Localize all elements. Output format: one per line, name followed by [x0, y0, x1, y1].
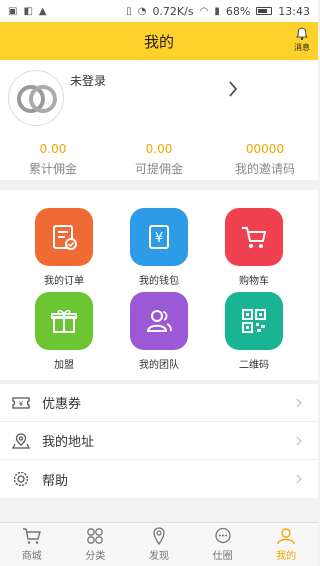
discover-icon: [153, 527, 165, 545]
profile-icon: [277, 528, 295, 545]
chevron-right-icon: [296, 398, 302, 408]
tab-discover[interactable]: 发现: [127, 523, 191, 566]
stat-label: 累计佣金: [28, 162, 77, 176]
list-item-address[interactable]: 我的地址: [0, 422, 318, 460]
grid-label: 我的团队: [139, 360, 179, 371]
tab-label: 仕圈: [212, 551, 233, 562]
grid-item-wallet[interactable]: ¥ 我的钱包: [109, 208, 209, 287]
stat-label: 我的邀请码: [234, 162, 295, 176]
order-icon: [35, 208, 93, 266]
stat-value: 0.00: [39, 142, 67, 156]
nfc-icon: ◧: [23, 5, 33, 17]
chevron-right-icon: [296, 436, 302, 446]
cell-signal-icon: ▮: [214, 5, 220, 17]
grid-label: 我的钱包: [139, 276, 179, 287]
svg-text:¥: ¥: [19, 400, 24, 408]
list-label: 我的地址: [42, 435, 95, 450]
battery-icon: [256, 7, 273, 15]
battery-percent: 68%: [225, 4, 251, 18]
status-bar: ▣ ◧ ▲ ▯ ◔ 0.72K/s ◠ ▮ 68% 13:43: [0, 0, 318, 22]
tab-label: 商城: [21, 551, 42, 562]
tab-category[interactable]: 分类: [64, 523, 128, 566]
menu-list: ¥ 优惠券 我的地址 帮助: [0, 384, 318, 498]
grid-item-join[interactable]: 加盟: [14, 292, 114, 371]
stat-withdrawable-commission[interactable]: 0.00 可提佣金: [106, 142, 212, 177]
tab-label: 我的: [276, 551, 297, 562]
tab-mine[interactable]: 我的: [254, 523, 318, 566]
stat-invite-code[interactable]: 00000 我的邀请码: [212, 142, 318, 177]
tab-circle[interactable]: 仕圈: [191, 523, 255, 566]
grid-item-qr-code[interactable]: 二维码: [204, 292, 304, 371]
grid-item-orders[interactable]: 我的订单: [14, 208, 114, 287]
feature-grid: 我的订单 ¥ 我的钱包 购物车 加盟 我的团队 二维码: [0, 190, 318, 380]
stats-row: 0.00 累计佣金 0.00 可提佣金 00000 我的邀请码: [0, 142, 318, 177]
grid-label: 购物车: [239, 276, 269, 287]
profile-card: 未登录 0.00 累计佣金 0.00 可提佣金 00000 我的邀请码: [0, 60, 318, 180]
grid-item-team[interactable]: 我的团队: [109, 292, 209, 371]
qr-code-icon: [225, 292, 283, 350]
status-left: ▣ ◧ ▲: [8, 6, 47, 17]
chat-icon: [214, 527, 231, 544]
coupon-icon: ¥: [12, 396, 30, 409]
status-right: ▯ ◔ 0.72K/s ◠ ▮ 68% 13:43: [126, 5, 310, 18]
bottom-tab-bar: 商城 分类 发现 仕圈 我的: [0, 522, 318, 566]
cart-icon: [225, 208, 283, 266]
gift-icon: [35, 292, 93, 350]
logo-icon: [17, 85, 57, 113]
alarm-icon: ◔: [137, 5, 147, 17]
wifi-icon: ◠: [199, 5, 209, 17]
notification-icon: ▣: [8, 5, 18, 17]
gear-icon: [13, 471, 29, 487]
category-icon: [87, 528, 104, 544]
grid-label: 我的订单: [44, 276, 84, 287]
stat-value: 0.00: [145, 142, 173, 156]
team-icon: [130, 292, 188, 350]
signal-icon: ▲: [38, 5, 47, 17]
grid-label: 二维码: [239, 360, 269, 371]
svg-text:¥: ¥: [155, 231, 163, 246]
location-icon: [12, 432, 30, 449]
vibrate-icon: ▯: [126, 5, 132, 17]
wallet-icon: ¥: [130, 208, 188, 266]
stat-label: 可提佣金: [134, 162, 183, 176]
message-button[interactable]: 消息: [294, 27, 310, 53]
login-status[interactable]: 未登录: [70, 72, 106, 89]
grid-label: 加盟: [54, 360, 74, 371]
grid-item-cart[interactable]: 购物车: [204, 208, 304, 287]
list-label: 优惠券: [42, 397, 82, 412]
chevron-right-icon[interactable]: [228, 80, 238, 98]
bell-icon: [296, 27, 308, 40]
message-label: 消息: [294, 43, 310, 52]
tab-label: 分类: [85, 551, 106, 562]
clock: 13:43: [278, 4, 310, 18]
avatar[interactable]: [8, 70, 64, 126]
list-item-help[interactable]: 帮助: [0, 460, 318, 498]
chevron-right-icon: [296, 474, 302, 484]
cart-tab-icon: [22, 528, 41, 544]
tab-label: 发现: [148, 551, 169, 562]
list-label: 帮助: [42, 473, 69, 489]
stat-total-commission[interactable]: 0.00 累计佣金: [0, 142, 106, 177]
network-speed: 0.72K/s: [152, 4, 194, 18]
list-item-coupon[interactable]: ¥ 优惠券: [0, 384, 318, 422]
tab-mall[interactable]: 商城: [0, 523, 64, 566]
stat-value: 00000: [245, 142, 285, 156]
app-header: 我的 消息: [0, 22, 318, 60]
page-title: 我的: [143, 32, 174, 51]
